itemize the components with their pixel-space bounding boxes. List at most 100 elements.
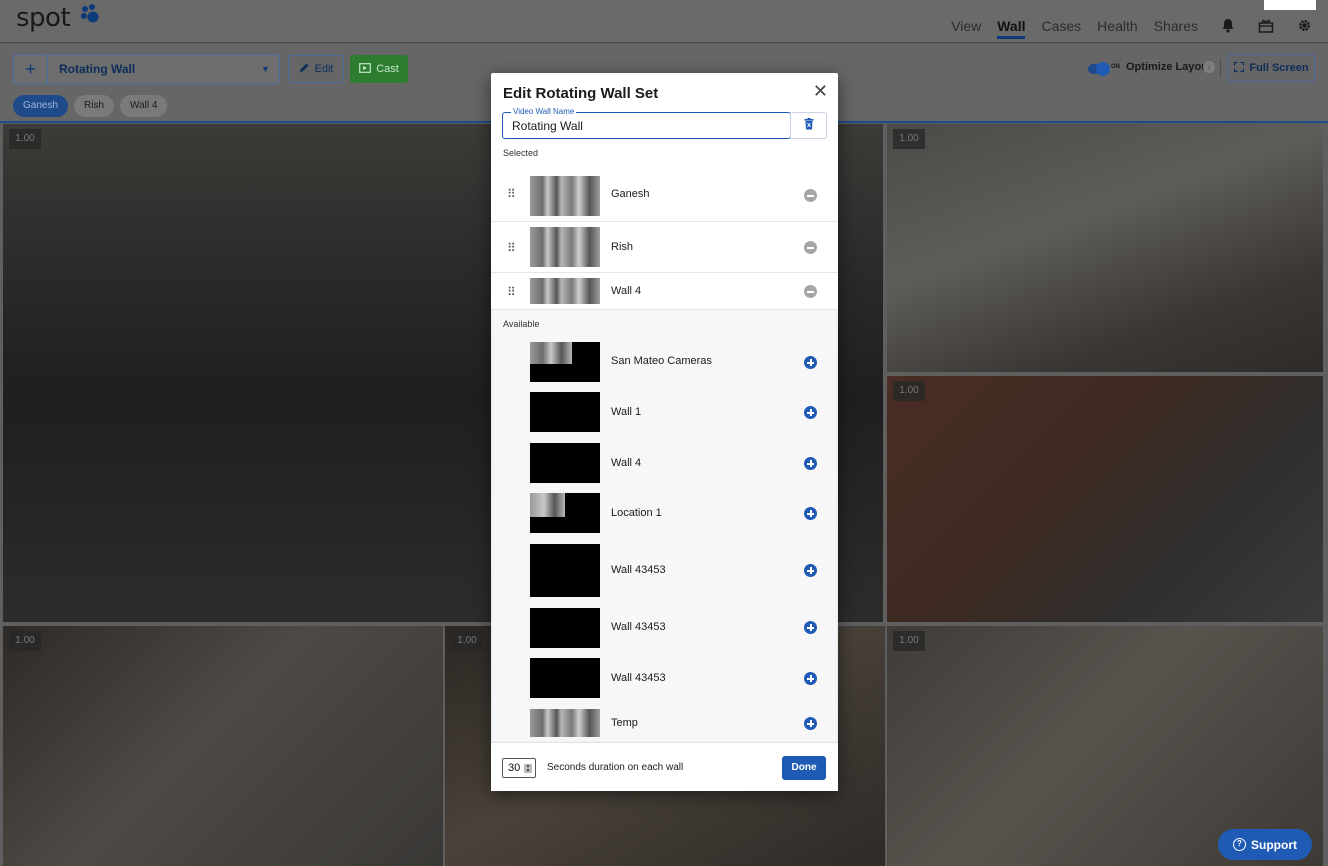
camera-tile-3[interactable]: 1.00	[887, 376, 1323, 622]
edit-rotating-wall-dialog: Edit Rotating Wall Set ✕ Video Wall Name…	[491, 73, 838, 791]
wall-list-scroll[interactable]: ⠿ Ganesh ⠿ Rish ⠿ Wall 4 Available San M…	[491, 168, 838, 742]
available-name[interactable]: Wall 43453	[611, 564, 666, 576]
selected-label: Selected	[503, 148, 539, 158]
add-icon[interactable]	[804, 356, 817, 369]
nav-wall[interactable]: Wall	[997, 0, 1026, 43]
add-icon[interactable]	[804, 406, 817, 419]
available-name[interactable]: Temp	[611, 717, 638, 729]
fullscreen-icon	[1234, 61, 1245, 75]
nav-shares[interactable]: Shares	[1154, 0, 1198, 43]
available-name[interactable]: Wall 1	[611, 406, 641, 418]
remove-icon[interactable]	[804, 189, 817, 202]
wall-thumbnail	[530, 658, 600, 698]
cast-button[interactable]: Cast	[350, 55, 408, 83]
drag-handle-icon[interactable]: ⠿	[507, 241, 516, 255]
done-button[interactable]: Done	[782, 756, 826, 780]
dialog-footer: 30 ▲ ▼ Seconds duration on each wall Done	[491, 742, 838, 791]
chip-rish[interactable]: Rish	[74, 95, 115, 117]
available-name[interactable]: Wall 43453	[611, 621, 666, 633]
add-icon[interactable]	[804, 564, 817, 577]
camera-tile-4[interactable]: 1.00	[3, 626, 443, 866]
top-navbar: spot View Wall Cases Health Shares	[0, 0, 1328, 43]
gift-icon[interactable]	[1257, 17, 1275, 35]
camera-tag: 1.00	[9, 631, 41, 651]
chip-wall-4[interactable]: Wall 4	[120, 95, 168, 117]
video-wall-name-field[interactable]: Video Wall Name	[502, 107, 791, 139]
nav-view[interactable]: View	[951, 0, 981, 43]
wall-select-value: Rotating Wall	[59, 62, 136, 76]
full-screen-button[interactable]: Full Screen	[1228, 54, 1315, 82]
support-button[interactable]: ? Support	[1218, 829, 1312, 860]
nav-cases[interactable]: Cases	[1041, 0, 1081, 43]
video-wall-name-legend: Video Wall Name	[511, 107, 577, 116]
wall-thumbnail	[530, 709, 600, 737]
close-icon[interactable]: ✕	[813, 81, 828, 102]
chevron-down-icon: ▼	[261, 64, 270, 74]
camera-tag: 1.00	[451, 631, 483, 651]
optimize-layout-toggle[interactable]	[1088, 62, 1110, 76]
wall-thumbnail	[530, 227, 600, 267]
info-icon[interactable]: i	[1203, 61, 1215, 73]
selected-row[interactable]: ⠿ Wall 4	[491, 273, 838, 310]
remove-icon[interactable]	[804, 285, 817, 298]
selected-name: Ganesh	[611, 188, 650, 200]
available-name[interactable]: Location 1	[611, 507, 662, 519]
main-nav: View Wall Cases Health Shares	[951, 0, 1328, 43]
nav-health[interactable]: Health	[1097, 0, 1137, 43]
edit-button[interactable]: Edit	[288, 55, 344, 83]
cast-label: Cast	[376, 63, 399, 75]
selected-name: Rish	[611, 241, 634, 253]
wall-thumbnail	[530, 278, 600, 304]
drag-handle-icon[interactable]: ⠿	[507, 285, 516, 299]
stepper-arrows-icon[interactable]: ▲ ▼	[524, 764, 532, 773]
add-icon[interactable]	[804, 507, 817, 520]
add-icon[interactable]	[804, 457, 817, 470]
wall-thumbnail	[530, 392, 600, 432]
duration-label: Seconds duration on each wall	[547, 762, 684, 773]
available-name[interactable]: San Mateo Cameras	[611, 355, 712, 367]
wall-select[interactable]: + Rotating Wall ▼	[13, 54, 280, 84]
camera-tag: 1.00	[893, 381, 925, 401]
help-icon: ?	[1233, 838, 1246, 851]
edit-label: Edit	[314, 63, 334, 75]
wall-thumbnail	[530, 176, 600, 216]
wall-thumbnail	[530, 443, 600, 483]
selected-row[interactable]: ⠿ Rish	[491, 222, 838, 273]
logo-paw-icon	[81, 4, 99, 23]
remove-icon[interactable]	[804, 241, 817, 254]
delete-wall-button[interactable]	[790, 112, 827, 139]
add-icon[interactable]	[804, 621, 817, 634]
add-icon[interactable]	[804, 717, 817, 730]
wall-thumbnail	[530, 342, 600, 382]
full-screen-label: Full Screen	[1249, 62, 1309, 74]
available-name[interactable]: Wall 4	[611, 457, 641, 469]
camera-tile-2[interactable]: 1.00	[887, 124, 1323, 372]
camera-tag: 1.00	[893, 129, 925, 149]
add-icon[interactable]	[804, 672, 817, 685]
video-wall-name-input[interactable]	[512, 119, 772, 133]
wall-chips: Ganesh Rish Wall 4	[13, 95, 168, 117]
available-label: Available	[503, 319, 540, 329]
add-wall-button[interactable]: +	[14, 55, 48, 83]
wall-thumbnail	[530, 608, 600, 648]
selected-row[interactable]: ⠿ Ganesh	[491, 168, 838, 222]
chip-ganesh[interactable]: Ganesh	[13, 95, 69, 117]
dialog-title: Edit Rotating Wall Set	[503, 85, 659, 102]
gear-icon[interactable]	[1295, 17, 1313, 35]
available-name[interactable]: Wall 43453	[611, 672, 666, 684]
logo: spot	[16, 3, 71, 33]
cast-icon	[359, 62, 372, 76]
bell-icon[interactable]	[1219, 17, 1237, 35]
drag-handle-icon[interactable]: ⠿	[507, 187, 516, 201]
toolbar-divider	[1220, 59, 1221, 77]
trash-icon	[804, 117, 814, 135]
camera-tag: 1.00	[893, 631, 925, 651]
wall-thumbnail	[530, 493, 600, 533]
duration-stepper[interactable]: 30 ▲ ▼	[502, 758, 536, 778]
toggle-on-label: ON	[1111, 64, 1120, 70]
duration-value: 30	[508, 762, 521, 774]
support-label: Support	[1251, 837, 1297, 852]
wall-thumbnail	[530, 544, 600, 597]
selected-name: Wall 4	[611, 285, 642, 297]
pencil-icon	[299, 62, 310, 76]
